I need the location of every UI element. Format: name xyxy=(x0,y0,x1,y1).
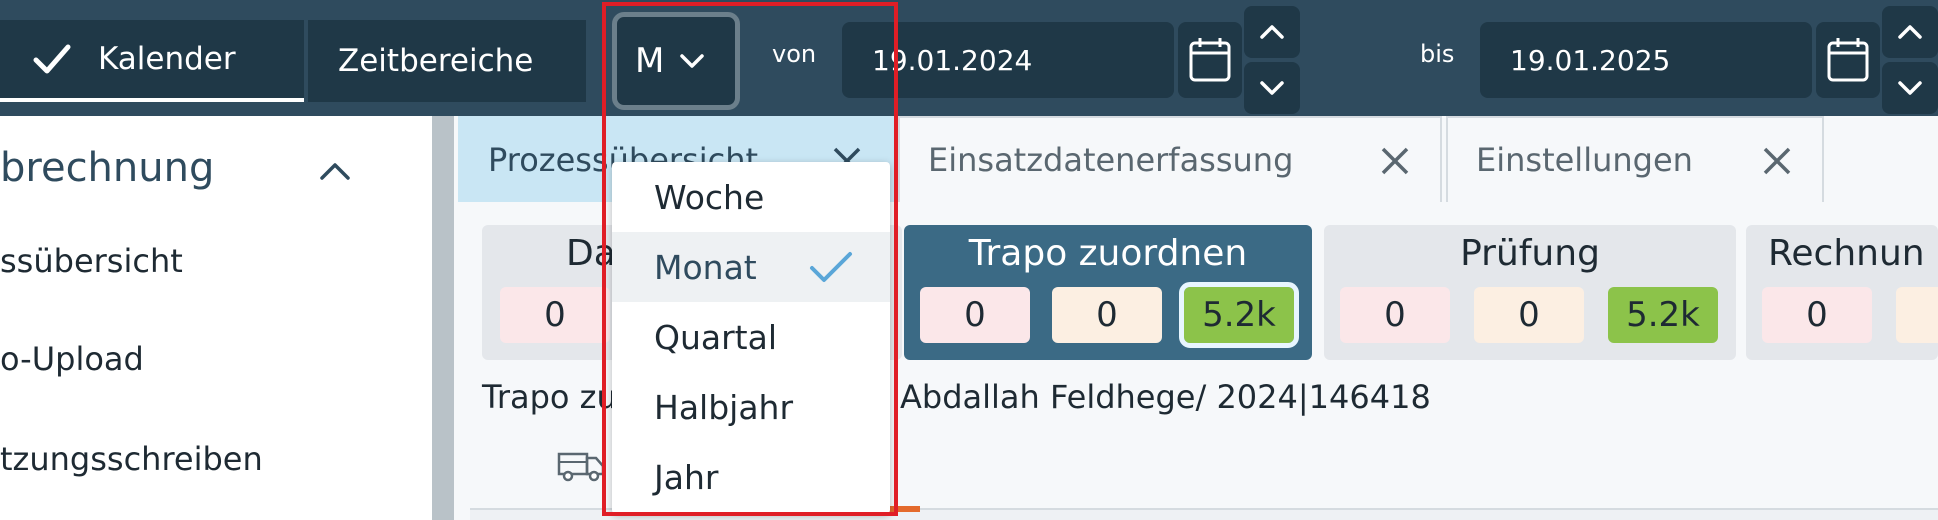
timeranges-label: Zeitbereiche xyxy=(338,43,534,79)
calendar-toggle-button[interactable]: Kalender xyxy=(0,20,304,102)
trapo-info-label: Trapo zu xyxy=(482,378,617,416)
count-pill[interactable]: 5.2k xyxy=(1179,282,1299,348)
card-title: Rechnun xyxy=(1768,233,1925,274)
check-icon xyxy=(33,44,71,74)
dropdown-option-label: Monat xyxy=(654,247,757,287)
count-pill[interactable]: 5.2k xyxy=(1608,287,1718,343)
to-calendar-button[interactable] xyxy=(1816,22,1880,98)
count-pill[interactable]: 0 xyxy=(1762,287,1872,343)
close-icon[interactable] xyxy=(1378,144,1412,178)
to-decrement-button[interactable] xyxy=(1882,62,1938,114)
process-card-pruefung[interactable]: Prüfung 0 0 5.2k xyxy=(1324,225,1736,360)
dropdown-option-jahr[interactable]: Jahr xyxy=(612,442,890,512)
sidebar-item-schreiben[interactable]: tzungsschreiben xyxy=(0,440,263,478)
card-title: Da xyxy=(566,233,616,274)
trapo-info-value: Abdallah Feldhege/ 2024|146418 xyxy=(900,378,1431,416)
tab-einsatzdatenerfassung[interactable]: Einsatzdatenerfassung xyxy=(898,116,1442,202)
to-date-input[interactable]: 19.01.2025 xyxy=(1480,22,1812,98)
dropdown-option-quartal[interactable]: Quartal xyxy=(612,302,890,372)
sidebar-scrollbar[interactable] xyxy=(432,116,454,520)
timeranges-button[interactable]: Zeitbereiche xyxy=(308,20,586,102)
chevron-up-icon xyxy=(1898,25,1922,39)
card-title: Trapo zuordnen xyxy=(968,233,1248,274)
sidebar-section-title[interactable]: brechnung xyxy=(0,145,214,191)
chevron-down-icon xyxy=(1260,81,1284,95)
count-pill[interactable]: 0 xyxy=(1474,287,1584,343)
card-title: Prüfung xyxy=(1460,233,1600,274)
from-decrement-button[interactable] xyxy=(1244,62,1300,114)
tab-label: Einstellungen xyxy=(1476,141,1693,179)
truck-icon xyxy=(557,452,605,482)
sidebar-item-upload[interactable]: o-Upload xyxy=(0,340,144,378)
calendar-icon xyxy=(1827,38,1869,82)
count-pill[interactable]: 0 xyxy=(920,287,1030,343)
from-label: von xyxy=(772,40,817,68)
process-card-trapo-zuordnen[interactable]: Trapo zuordnen 0 0 5.2k xyxy=(904,225,1312,360)
chevron-up-icon[interactable] xyxy=(318,160,352,182)
from-date-input[interactable]: 19.01.2024 xyxy=(842,22,1174,98)
count-pill[interactable]: 0 xyxy=(1052,287,1162,343)
dropdown-option-halbjahr[interactable]: Halbjahr xyxy=(612,372,890,442)
chevron-down-icon xyxy=(680,54,705,68)
process-card-rechnung[interactable]: Rechnun 0 xyxy=(1746,225,1938,360)
tab-label: Einsatzdatenerfassung xyxy=(928,141,1294,179)
count-pill-partial[interactable] xyxy=(1896,287,1938,343)
from-calendar-button[interactable] xyxy=(1178,22,1242,98)
period-select[interactable]: M xyxy=(612,12,740,110)
period-dropdown-menu: Woche Monat Quartal Halbjahr Jahr xyxy=(612,162,890,514)
dropdown-option-woche[interactable]: Woche xyxy=(612,162,890,232)
sidebar-item-prozessuebersicht[interactable]: ssübersicht xyxy=(0,242,183,280)
tab-einstellungen[interactable]: Einstellungen xyxy=(1446,116,1824,202)
to-label: bis xyxy=(1420,40,1455,68)
chevron-down-icon xyxy=(1898,81,1922,95)
dropdown-option-monat[interactable]: Monat xyxy=(612,232,890,302)
chevron-up-icon xyxy=(1260,25,1284,39)
top-toolbar: Kalender Zeitbereiche M von 19.01.2024 b… xyxy=(0,0,1938,116)
count-pill[interactable]: 0 xyxy=(1340,287,1450,343)
count-pill[interactable]: 0 xyxy=(500,287,610,343)
calendar-label: Kalender xyxy=(98,41,236,77)
close-icon[interactable] xyxy=(1760,144,1794,178)
from-increment-button[interactable] xyxy=(1244,6,1300,58)
check-icon xyxy=(810,252,852,282)
calendar-icon xyxy=(1189,38,1231,82)
period-select-value: M xyxy=(635,41,665,81)
to-increment-button[interactable] xyxy=(1882,6,1938,58)
